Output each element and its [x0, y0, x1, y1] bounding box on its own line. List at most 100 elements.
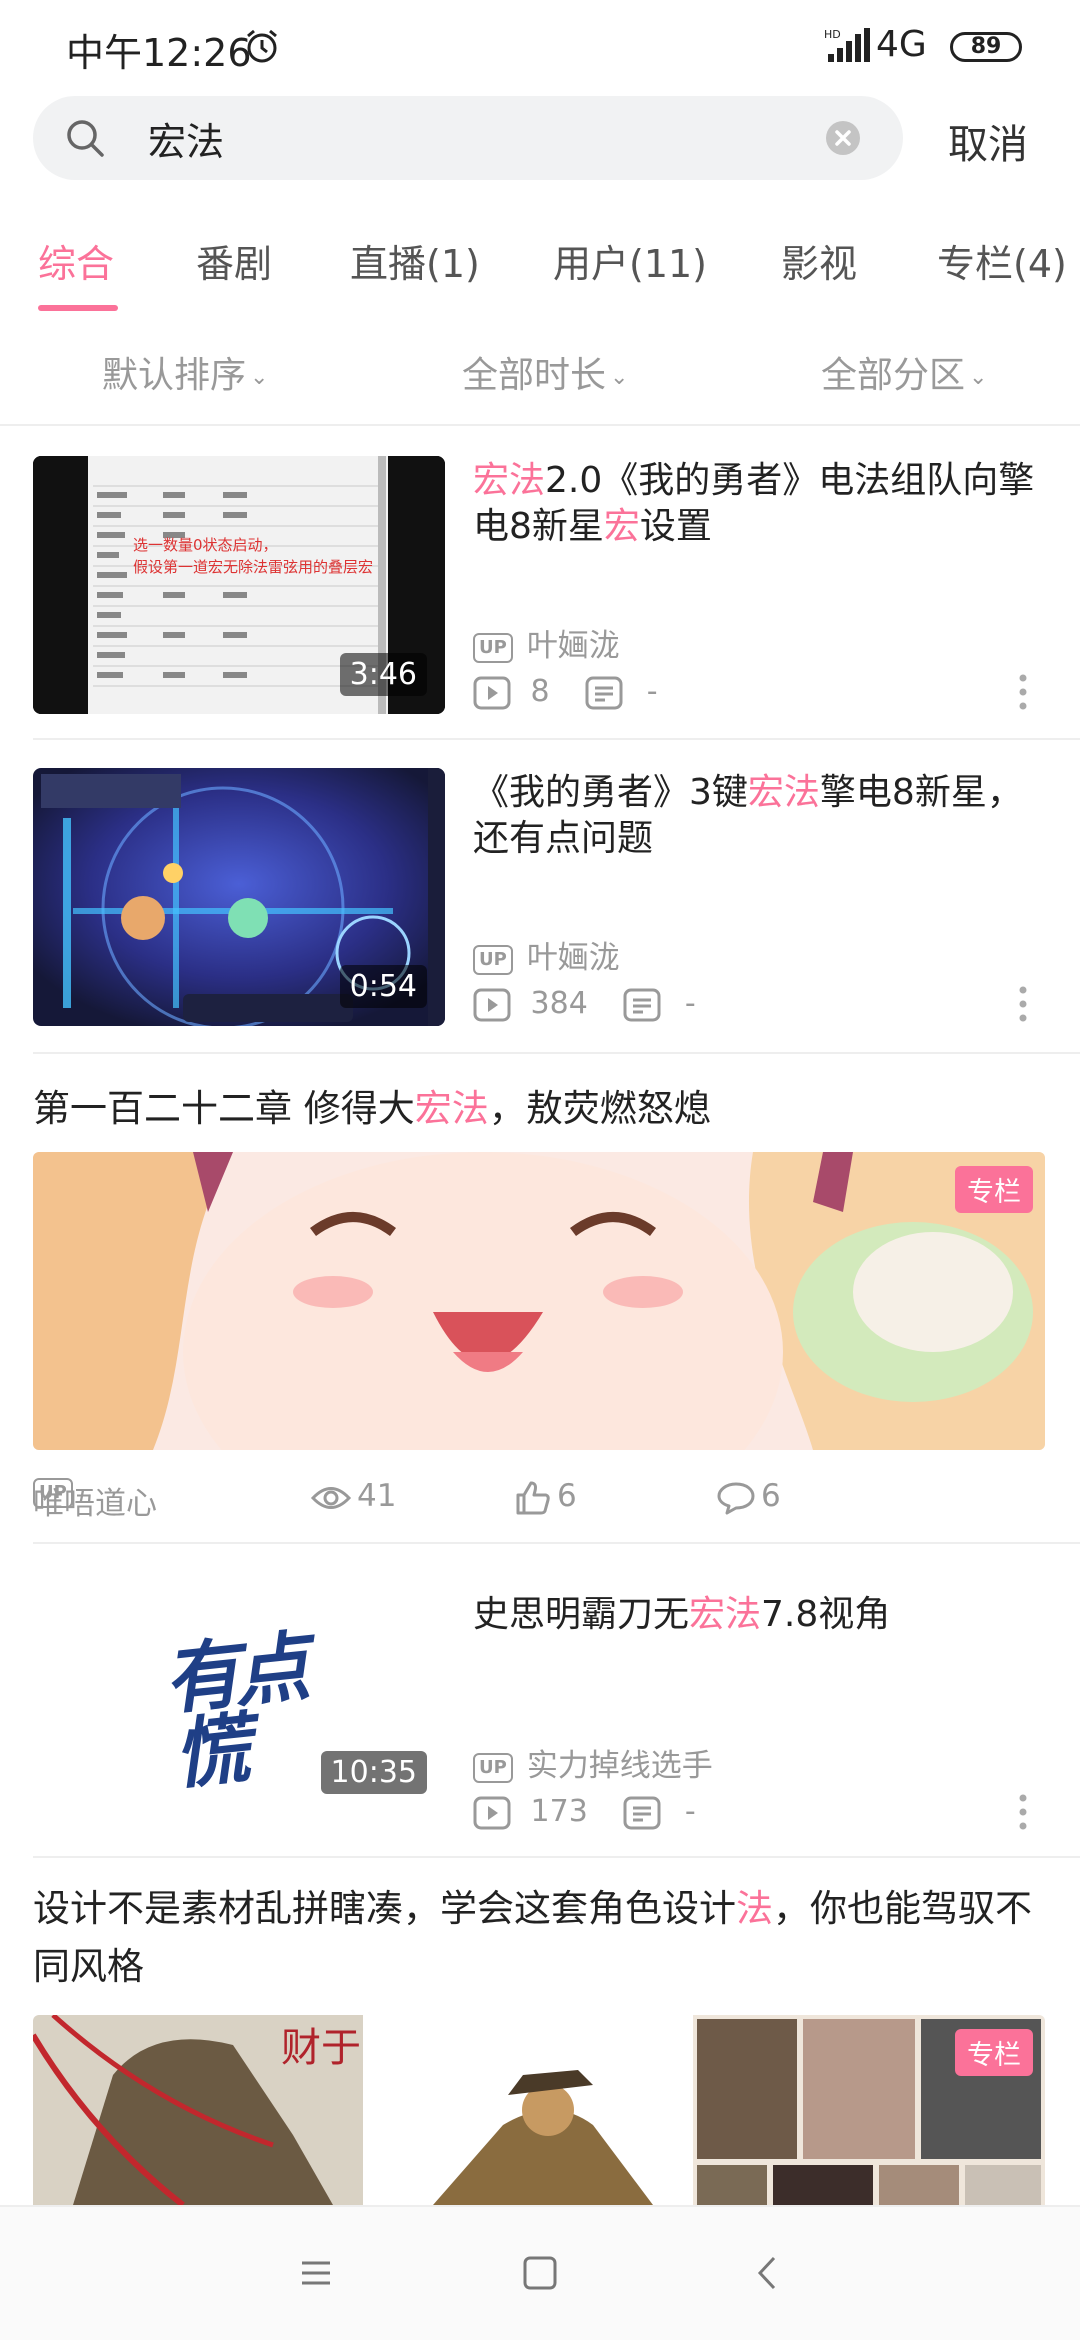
- title-text: 史思明霸刀无: [473, 1594, 690, 1635]
- title-text: 《我的勇者》3键: [473, 772, 748, 813]
- duration-badge: 10:35: [320, 1751, 427, 1794]
- image-text: 财于: [281, 2025, 361, 2071]
- clear-icon[interactable]: [825, 120, 861, 156]
- comment-icon: [717, 1482, 755, 1514]
- danmaku-icon: [585, 676, 623, 709]
- zone-filter[interactable]: 全部分区 ⌄: [821, 346, 987, 398]
- uploader-row[interactable]: UP 叶婳泷: [473, 932, 620, 977]
- tab-articles[interactable]: 专栏(4): [937, 233, 1067, 288]
- tab-bangumi[interactable]: 番剧: [196, 233, 272, 288]
- back-icon[interactable]: [748, 2253, 788, 2293]
- cancel-button[interactable]: 取消: [948, 112, 1028, 170]
- zone-filter-label: 全部分区: [821, 355, 966, 396]
- sort-filter-label: 默认排序: [102, 355, 247, 396]
- search-icon: [67, 120, 104, 157]
- search-input[interactable]: [148, 114, 798, 162]
- video-thumbnail[interactable]: 0:54: [33, 768, 445, 1026]
- tab-movies[interactable]: 影视: [781, 233, 857, 288]
- thumbnail-overlay-text: 选一数量0状态启动， 假设第一道宏无除法雷弦用的叠层宏: [133, 536, 374, 576]
- chevron-down-icon: ⌄: [250, 364, 269, 390]
- uploader-name: 叶婳泷: [526, 628, 620, 664]
- uploader-row[interactable]: UP 实力掉线选手: [473, 1740, 713, 1785]
- title-highlight: 宏法: [747, 772, 820, 813]
- video-thumbnail[interactable]: 有点 慌 10:35: [33, 1572, 445, 1830]
- title-highlight: 宏: [603, 506, 640, 547]
- title-highlight: 宏法: [414, 1087, 489, 1130]
- title-text: ，敖荧燃怒熄: [488, 1087, 711, 1130]
- article-cover-image: [33, 2015, 1045, 2205]
- home-icon[interactable]: [520, 2253, 560, 2293]
- uploader-name: 实力掉线选手: [526, 1748, 713, 1784]
- views-stat: 41: [310, 1478, 396, 1514]
- view-count: 41: [357, 1478, 397, 1514]
- filter-bar: 默认排序 ⌄ 全部时长 ⌄ 全部分区 ⌄: [0, 330, 1080, 420]
- menu-icon[interactable]: [296, 2253, 336, 2293]
- danmaku-icon: [623, 1796, 661, 1829]
- video-title: 宏法2.0《我的勇者》电法组队向擎电8新星宏设置: [473, 458, 1053, 550]
- title-highlight: 宏法: [473, 460, 546, 501]
- play-count: 384: [530, 986, 588, 1021]
- status-bar: 中午12:26 HD 4G 89: [0, 0, 1080, 92]
- comments-stat: 6: [717, 1478, 781, 1515]
- article-tag: 专栏: [955, 1166, 1033, 1213]
- danmaku-count: -: [646, 674, 658, 709]
- like-count: 6: [557, 1478, 577, 1514]
- article-tag: 专栏: [955, 2029, 1033, 2076]
- title-text: 设计不是素材乱拼瞎凑，学会这套角色设计: [33, 1887, 736, 1930]
- play-count-icon: [473, 676, 511, 709]
- danmaku-count: -: [684, 986, 696, 1021]
- title-highlight: 宏法: [689, 1594, 762, 1635]
- thumbs-up-icon: [516, 1481, 550, 1514]
- sort-filter[interactable]: 默认排序 ⌄: [102, 346, 268, 398]
- duration-filter-label: 全部时长: [462, 355, 607, 396]
- video-title: 《我的勇者》3键宏法擎电8新星，还有点问题: [473, 770, 1053, 862]
- divider: [33, 1052, 1080, 1054]
- article-cover[interactable]: 专栏: [33, 1152, 1045, 1450]
- signal-icon: HD: [824, 28, 870, 62]
- eye-icon: [310, 1486, 352, 1509]
- battery-level: 89: [970, 34, 1002, 59]
- danmaku-icon: [623, 988, 661, 1021]
- danmaku-count: -: [684, 1794, 696, 1829]
- tab-bar: 综合 番剧 直播(1) 用户(11) 影视 专栏(4): [0, 225, 1080, 315]
- divider: [33, 1856, 1080, 1858]
- article-title[interactable]: 设计不是素材乱拼瞎凑，学会这套角色设计法，你也能驾驭不同风格: [33, 1880, 1043, 1996]
- tab-all[interactable]: 综合: [38, 233, 114, 288]
- stats-row: 8 -: [473, 674, 658, 710]
- title-text: 2.0《我的勇者》电法组队向擎电8新星: [473, 460, 1035, 547]
- video-thumbnail[interactable]: 选一数量0状态启动， 假设第一道宏无除法雷弦用的叠层宏 3:46: [33, 456, 445, 714]
- title-text: 7.8视角: [761, 1594, 891, 1635]
- article-meta-row: UP 唯唔道心 41 6 6: [33, 1478, 1045, 1522]
- likes-stat: 6: [515, 1478, 577, 1515]
- more-icon[interactable]: [1015, 1792, 1031, 1832]
- network-label: 4G: [876, 24, 927, 65]
- duration-filter[interactable]: 全部时长 ⌄: [462, 346, 628, 398]
- search-box[interactable]: [33, 96, 903, 180]
- stats-row: 173 -: [473, 1794, 696, 1830]
- title-highlight: 法: [736, 1887, 773, 1930]
- stats-row: 384 -: [473, 986, 696, 1022]
- play-count: 8: [530, 674, 550, 709]
- title-text: 设置: [639, 506, 712, 547]
- comment-count: 6: [761, 1478, 781, 1514]
- play-count-icon: [473, 988, 511, 1021]
- article-title[interactable]: 第一百二十二章 修得大宏法，敖荧燃怒熄: [33, 1080, 1043, 1138]
- uploader-row[interactable]: UP 叶婳泷: [473, 620, 620, 665]
- svg-text:HD: HD: [824, 28, 841, 41]
- chevron-down-icon: ⌄: [610, 364, 629, 390]
- uploader-name: 叶婳泷: [526, 940, 620, 976]
- article-cover-image: [33, 1152, 1045, 1450]
- alarm-icon: [247, 29, 277, 63]
- active-tab-indicator: [38, 305, 118, 311]
- more-icon[interactable]: [1015, 984, 1031, 1024]
- more-icon[interactable]: [1015, 672, 1031, 712]
- tab-live[interactable]: 直播(1): [350, 233, 480, 288]
- up-badge: UP: [473, 944, 513, 975]
- title-text: 第一百二十二章 修得大: [33, 1087, 415, 1130]
- article-cover[interactable]: 财于 专栏: [33, 2015, 1045, 2205]
- chevron-down-icon: ⌄: [969, 364, 988, 390]
- video-title: 史思明霸刀无宏法7.8视角: [473, 1592, 1053, 1638]
- system-nav-bar: [0, 2205, 1080, 2340]
- tab-users[interactable]: 用户(11): [553, 233, 707, 288]
- duration-badge: 0:54: [339, 965, 427, 1008]
